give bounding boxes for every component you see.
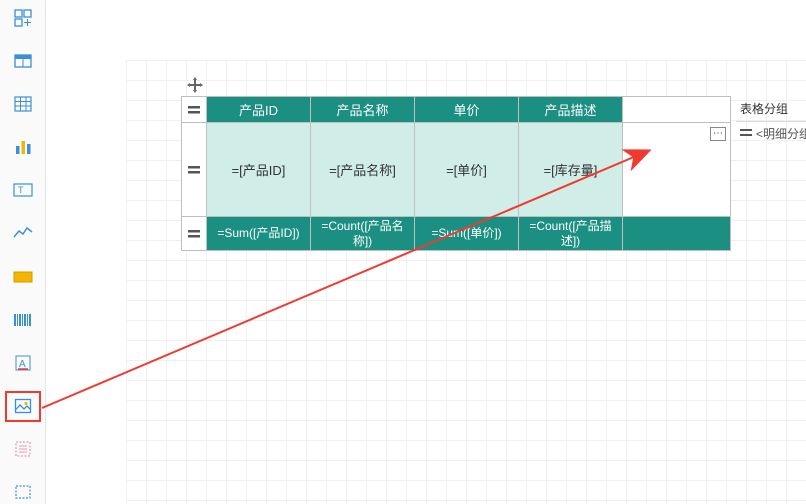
row-indicator-icon bbox=[187, 228, 201, 240]
row-handle-footer[interactable] bbox=[182, 217, 207, 251]
footer-cell-1[interactable]: =Count([产品名称]) bbox=[311, 217, 415, 251]
footer-cell-0[interactable]: =Sum([产品ID]) bbox=[207, 217, 311, 251]
row-handle-data[interactable] bbox=[182, 123, 207, 217]
data-cell-3[interactable]: =[库存量] bbox=[519, 123, 623, 217]
data-row: =[产品ID] =[产品名称] =[单价] =[库存量] ⋯ bbox=[182, 123, 731, 217]
group-item-detail[interactable]: <明细分组> bbox=[736, 122, 806, 144]
header-cell-4[interactable] bbox=[623, 97, 731, 123]
line-chart-icon bbox=[13, 226, 33, 240]
row-indicator-icon bbox=[187, 104, 201, 116]
barcode-icon bbox=[13, 313, 33, 327]
chart-icon bbox=[14, 138, 32, 156]
toolbox-sidebar: T A bbox=[0, 0, 46, 504]
footer-cell-4[interactable] bbox=[623, 217, 731, 251]
richtext-icon: A bbox=[14, 354, 32, 372]
move-handle[interactable] bbox=[186, 76, 204, 94]
header-cell-1[interactable]: 产品名称 bbox=[311, 97, 415, 123]
report-table[interactable]: 产品ID 产品名称 单价 产品描述 =[产品ID] =[产品名称] =[单价] … bbox=[181, 96, 731, 251]
group-panel-title: 表格分组 bbox=[736, 96, 806, 122]
header-cell-3[interactable]: 产品描述 bbox=[519, 97, 623, 123]
image-tool[interactable] bbox=[9, 395, 37, 418]
matrix-icon bbox=[14, 95, 32, 113]
group-icon bbox=[740, 128, 752, 138]
group-item-label: <明细分组> bbox=[756, 125, 806, 142]
layout-icon bbox=[14, 9, 32, 27]
rect-tool[interactable] bbox=[9, 265, 37, 288]
image-icon bbox=[14, 397, 32, 415]
footer-row: =Sum([产品ID]) =Count([产品名称]) =Sum([单价]) =… bbox=[182, 217, 731, 251]
sparkline-tool[interactable] bbox=[9, 222, 37, 245]
data-cell-2[interactable]: =[单价] bbox=[415, 123, 519, 217]
data-cell-blank[interactable]: ⋯ bbox=[623, 123, 731, 217]
table-tool[interactable] bbox=[9, 49, 37, 72]
design-canvas: 产品ID 产品名称 单价 产品描述 =[产品ID] =[产品名称] =[单价] … bbox=[46, 0, 806, 504]
textbox-tool[interactable]: T bbox=[9, 179, 37, 202]
layout-tool[interactable] bbox=[9, 6, 37, 29]
row-indicator-icon bbox=[187, 164, 201, 176]
group-panel: 表格分组 <明细分组> bbox=[736, 96, 806, 144]
rectangle-icon bbox=[13, 271, 33, 283]
table-icon bbox=[14, 52, 32, 70]
data-cell-1[interactable]: =[产品名称] bbox=[311, 123, 415, 217]
data-cell-0[interactable]: =[产品ID] bbox=[207, 123, 311, 217]
footer-cell-2[interactable]: =Sum([单价]) bbox=[415, 217, 519, 251]
header-cell-0[interactable]: 产品ID bbox=[207, 97, 311, 123]
row-handle-header[interactable] bbox=[182, 97, 207, 123]
matrix-tool[interactable] bbox=[9, 92, 37, 115]
header-cell-2[interactable]: 单价 bbox=[415, 97, 519, 123]
cell-options-button[interactable]: ⋯ bbox=[710, 127, 726, 141]
subreport-icon bbox=[14, 440, 32, 458]
textbox-icon: T bbox=[13, 183, 33, 197]
footer-cell-3[interactable]: =Count([产品描述]) bbox=[519, 217, 623, 251]
richtext-tool[interactable]: A bbox=[9, 351, 37, 374]
subreport-tool[interactable] bbox=[9, 438, 37, 461]
container-tool[interactable] bbox=[9, 481, 37, 504]
container-icon bbox=[14, 484, 32, 500]
svg-text:T: T bbox=[18, 185, 24, 195]
move-icon bbox=[187, 77, 203, 93]
chart-tool[interactable] bbox=[9, 136, 37, 159]
header-row: 产品ID 产品名称 单价 产品描述 bbox=[182, 97, 731, 123]
barcode-tool[interactable] bbox=[9, 308, 37, 331]
